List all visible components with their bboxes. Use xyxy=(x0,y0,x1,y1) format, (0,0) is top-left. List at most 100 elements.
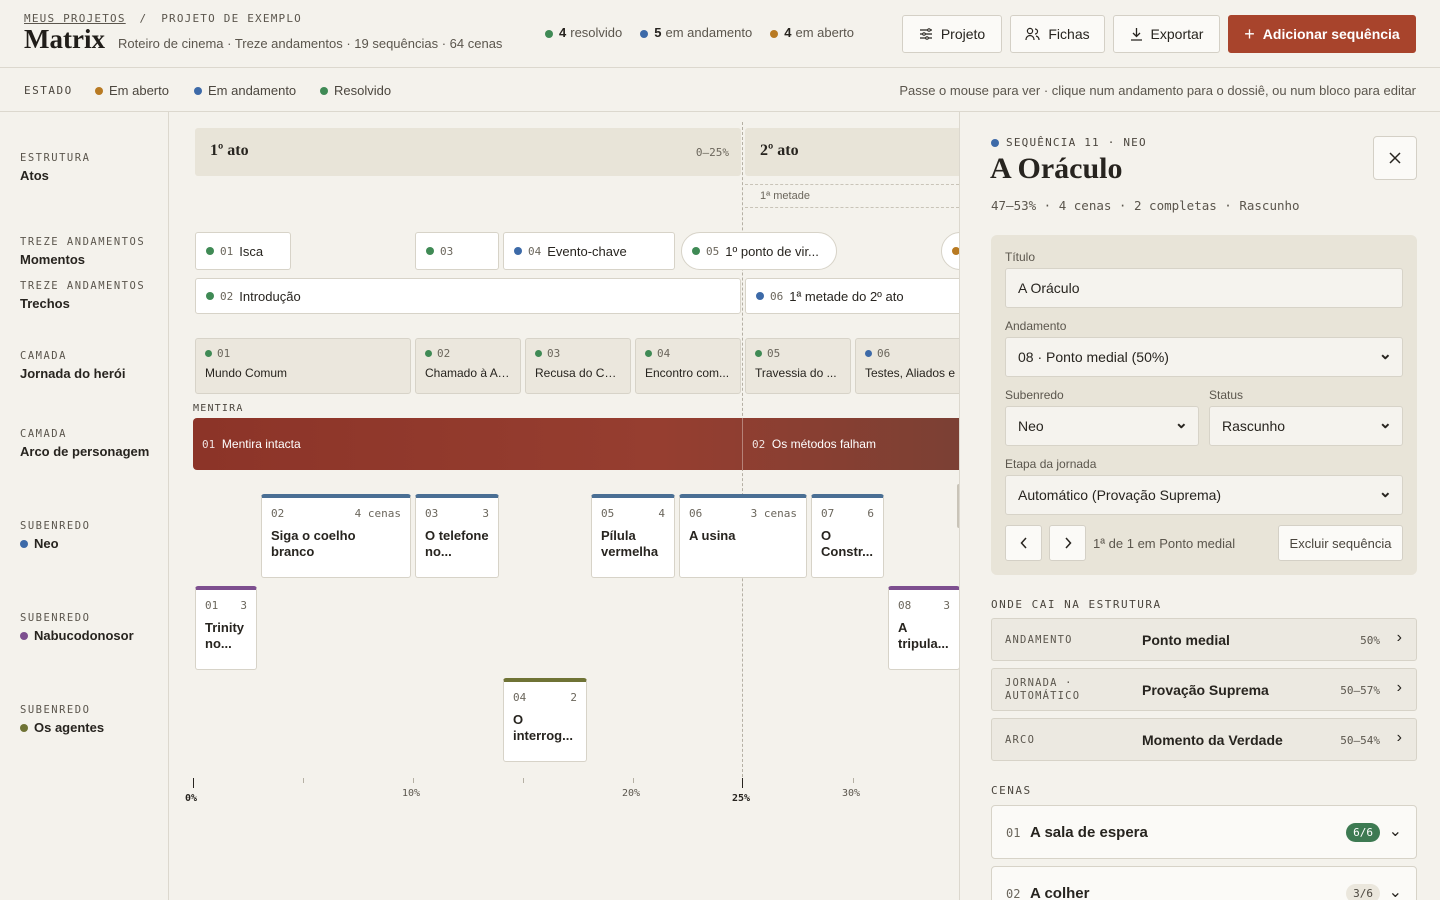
subplot-field-label: Subenredo xyxy=(1005,388,1064,402)
journey-recusa[interactable]: 03 Recusa do Ch... xyxy=(525,338,631,394)
status-dot xyxy=(755,350,762,357)
row-label-moments: TREZE ANDAMENTOS Momentos xyxy=(20,236,146,267)
previous-sequence-button[interactable] xyxy=(1005,525,1042,561)
journey-field-label: Etapa da jornada xyxy=(1005,457,1097,471)
subplot-select[interactable]: Neo xyxy=(1005,406,1199,446)
arc-segment-metodos-falham[interactable]: 02 Os métodos falham xyxy=(752,437,876,451)
legend-resolved: Resolvido xyxy=(320,83,391,98)
journey-mundo-comum[interactable]: 01 Mundo Comum xyxy=(195,338,411,394)
axis-label: 0% xyxy=(185,793,198,804)
structure-heading: ONDE CAI NA ESTRUTURA xyxy=(991,598,1162,611)
sequence-card[interactable]: 05 4 Pílula vermelha xyxy=(591,494,675,578)
timeline-canvas[interactable]: 1º ato 0–25% 2º ato 1ª metade 01 Isca 03 0… xyxy=(169,112,959,900)
structure-row-arc[interactable]: ARCO Momento da Verdade 50–54% › xyxy=(991,718,1417,761)
export-button[interactable]: Exportar xyxy=(1113,15,1220,53)
cards-button[interactable]: Fichas xyxy=(1010,15,1105,53)
half-act-marker: 1ª metade xyxy=(745,184,959,208)
status-counts: 4 resolvido 5 em andamento 4 em aberto xyxy=(545,25,854,40)
stat-open: 4 em aberto xyxy=(770,25,854,40)
chevron-right-icon: › xyxy=(1396,629,1402,646)
stretch-metade-segundo-ato[interactable]: 06 1ª metade do 2º ato xyxy=(745,278,959,314)
row-label-subplot-agents: SUBENREDO Os agentes xyxy=(20,704,105,735)
beat-select[interactable]: 08 · Ponto medial (50%) xyxy=(1005,337,1403,377)
breadcrumb-current: PROJETO DE EXEMPLO xyxy=(161,12,302,25)
sequence-card[interactable]: 06 3 cenas A usina xyxy=(679,494,807,578)
axis-tick xyxy=(742,778,743,788)
sequence-card[interactable]: 01 3 Trinity no... xyxy=(195,586,257,670)
act-2-block[interactable]: 2º ato xyxy=(745,128,959,176)
status-dot xyxy=(535,350,542,357)
project-subtitle: Roteiro de cinema · Treze andamentos · 1… xyxy=(118,36,503,51)
status-dot xyxy=(514,247,522,255)
axis-tick xyxy=(523,778,524,783)
close-icon xyxy=(1389,152,1401,164)
structure-row-beat[interactable]: ANDAMENTO Ponto medial 50% › xyxy=(991,618,1417,661)
title-input[interactable]: A Oráculo xyxy=(1005,268,1403,308)
beat-field-label: Andamento xyxy=(1005,319,1067,333)
journey-chamado[interactable]: 02 Chamado à Av... xyxy=(415,338,521,394)
status-dot xyxy=(206,247,214,255)
status-dot xyxy=(770,29,779,38)
scene-row[interactable]: 01 A sala de espera 6/6 ⌄ xyxy=(991,805,1417,859)
sequence-card[interactable]: 08 3 A tripula... xyxy=(888,586,959,670)
structure-row-journey[interactable]: JORNADA · AUTOMÁTICO Provação Suprema 50–57… xyxy=(991,668,1417,711)
project-button[interactable]: Projeto xyxy=(902,15,1002,53)
legend-open: Em aberto xyxy=(95,83,169,98)
status-field-label: Status xyxy=(1209,388,1244,402)
stretch-introducao[interactable]: 02 Introdução xyxy=(195,278,741,314)
status-dot xyxy=(692,247,700,255)
sequence-card[interactable]: 07 6 O Constr... xyxy=(811,494,884,578)
chevron-right-icon xyxy=(1064,537,1072,549)
lie-label: MENTIRA xyxy=(193,403,244,414)
sequence-position: 1ª de 1 em Ponto medial xyxy=(1093,536,1236,551)
moment-next[interactable] xyxy=(941,232,959,270)
chevron-right-icon: › xyxy=(1396,679,1402,696)
app-title: Matrix xyxy=(24,24,105,54)
moment-primeiro-ponto[interactable]: 05 1º ponto de vir... xyxy=(681,232,837,270)
row-label-stretches: TREZE ANDAMENTOS Trechos xyxy=(20,280,146,311)
delete-sequence-button[interactable]: Excluir sequência xyxy=(1278,525,1403,561)
status-dot xyxy=(206,292,214,300)
status-legend-bar: ESTADO Em aberto Em andamento Resolvido … xyxy=(0,68,1440,112)
plus-icon: + xyxy=(1244,23,1255,44)
axis-tick xyxy=(413,778,414,783)
status-select[interactable]: Rascunho xyxy=(1209,406,1403,446)
subplot-dot xyxy=(20,631,28,640)
row-label-subplot-nabucodonosor: SUBENREDO Nabucodonosor xyxy=(20,612,134,643)
sequence-label: SEQUÊNCIA 11 · NEO xyxy=(991,136,1147,149)
journey-encontro[interactable]: 04 Encontro com... xyxy=(635,338,741,394)
row-label-subplot-neo: SUBENREDO Neo xyxy=(20,520,91,551)
status-dot xyxy=(426,247,434,255)
journey-stage-select[interactable]: Automático (Provação Suprema) xyxy=(1005,475,1403,515)
moment-isca[interactable]: 01 Isca xyxy=(195,232,291,270)
close-panel-button[interactable] xyxy=(1373,136,1417,180)
moment-evento-chave[interactable]: 04 Evento-chave xyxy=(503,232,675,270)
axis-label: 30% xyxy=(842,788,861,799)
status-dot xyxy=(645,350,652,357)
act-1-block[interactable]: 1º ato 0–25% xyxy=(195,128,741,176)
scene-progress-badge: 3/6 xyxy=(1346,884,1380,900)
status-dot xyxy=(320,86,328,95)
sequence-title: A Oráculo xyxy=(990,152,1123,185)
subplot-dot xyxy=(20,539,28,548)
arc-segment-mentira-intacta[interactable]: 01 Mentira intacta xyxy=(202,437,301,451)
status-dot xyxy=(95,86,103,95)
journey-testes[interactable]: 06 Testes, Aliados e xyxy=(855,338,959,394)
axis-label: 20% xyxy=(622,788,641,799)
next-sequence-button[interactable] xyxy=(1049,525,1086,561)
status-dot xyxy=(865,350,872,357)
chevron-right-icon: › xyxy=(1396,729,1402,746)
journey-travessia[interactable]: 05 Travessia do ... xyxy=(745,338,851,394)
add-sequence-button[interactable]: + Adicionar sequência xyxy=(1228,15,1416,53)
sliders-icon xyxy=(919,28,932,40)
chevron-down-icon[interactable]: ⌄ xyxy=(1389,882,1402,900)
moment-03[interactable]: 03 xyxy=(415,232,499,270)
axis-tick xyxy=(633,778,634,783)
chevron-left-icon xyxy=(1019,537,1027,549)
chevron-down-icon[interactable]: ⌄ xyxy=(1389,821,1402,841)
sequence-card[interactable]: 02 4 cenas Siga o coelho branco xyxy=(261,494,411,578)
scene-row[interactable]: 02 A colher 3/6 ⌄ xyxy=(991,866,1417,900)
sequence-card[interactable]: 03 3 O telefone no... xyxy=(415,494,499,578)
sequence-card[interactable]: 04 2 O interrog... xyxy=(503,678,587,762)
download-icon xyxy=(1130,28,1142,41)
